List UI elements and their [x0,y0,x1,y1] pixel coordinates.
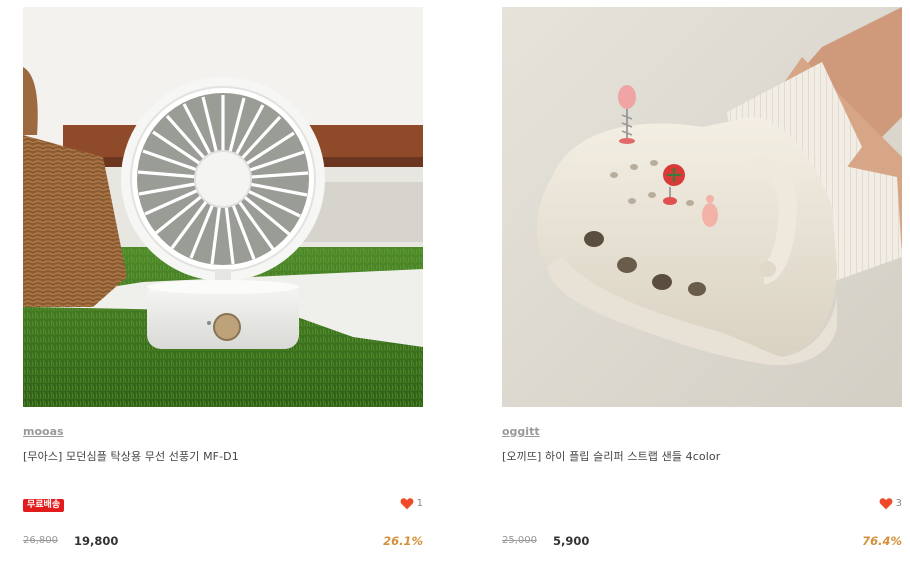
heart-icon [879,498,893,510]
like-count: 3 [895,498,902,509]
brand-link[interactable]: mooas [23,425,64,438]
original-price: 25,000 [502,535,537,546]
heart-icon [400,498,414,510]
price-row: 25,000 5,900 76.4% [502,534,902,550]
free-shipping-badge: 무료배송 [23,499,65,512]
product-image-sandal[interactable] [502,7,902,407]
product-name[interactable]: [오끼뜨] 하이 플립 슬리퍼 스트랩 샌들 4color [502,448,720,464]
product-image-fan[interactable] [23,7,423,407]
like-count: 1 [416,498,423,509]
price-row: 26,800 19,800 26.1% [23,534,423,550]
sale-price: 19,800 [74,534,119,548]
product-card[interactable]: oggitt [오끼뜨] 하이 플립 슬리퍼 스트랩 샌들 4color 3 2… [502,7,902,555]
product-name[interactable]: [무아스] 모던심플 탁상용 무선 선풍기 MF-D1 [23,448,239,464]
sale-price: 5,900 [553,534,590,548]
product-card[interactable]: mooas [무아스] 모던심플 탁상용 무선 선풍기 MF-D1 무료배송 1… [23,7,423,555]
brand-link[interactable]: oggitt [502,425,540,438]
original-price: 26,800 [23,535,58,546]
like-button[interactable]: 1 [400,497,423,510]
like-button[interactable]: 3 [879,497,902,510]
discount-rate: 26.1% [383,534,423,548]
discount-rate: 76.4% [862,534,902,548]
